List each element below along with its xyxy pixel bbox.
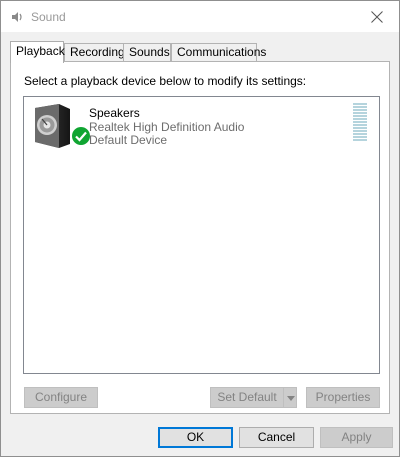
volume-level-meter bbox=[353, 103, 369, 143]
tab-recording[interactable]: Recording bbox=[64, 43, 125, 61]
list-item-speakers[interactable]: Speakers Realtek High Definition Audio D… bbox=[24, 97, 379, 157]
properties-button[interactable]: Properties bbox=[306, 387, 380, 408]
device-list[interactable]: Speakers Realtek High Definition Audio D… bbox=[23, 96, 380, 374]
panel-instruction: Select a playback device below to modify… bbox=[24, 74, 307, 88]
device-name: Speakers bbox=[89, 106, 140, 120]
cancel-button[interactable]: Cancel bbox=[239, 427, 314, 448]
set-default-dropdown-arrow[interactable] bbox=[283, 387, 297, 408]
tab-playback[interactable]: Playback bbox=[10, 41, 65, 63]
device-status: Default Device bbox=[89, 133, 168, 147]
device-driver: Realtek High Definition Audio bbox=[89, 120, 245, 134]
tab-sounds[interactable]: Sounds bbox=[123, 43, 171, 61]
configure-button[interactable]: Configure bbox=[24, 387, 98, 408]
window-title: Sound bbox=[31, 10, 66, 24]
title-bar[interactable]: Sound bbox=[1, 1, 399, 32]
apply-button[interactable]: Apply bbox=[320, 427, 393, 448]
sound-app-icon bbox=[12, 12, 22, 22]
playback-panel: Select a playback device below to modify… bbox=[10, 61, 390, 414]
ok-button[interactable]: OK bbox=[158, 427, 233, 448]
close-button[interactable] bbox=[355, 1, 399, 32]
check-badge-icon bbox=[71, 126, 91, 146]
close-icon bbox=[371, 11, 383, 23]
sound-dialog: Sound Playback Recording Sounds Communic… bbox=[0, 0, 400, 457]
set-default-button[interactable]: Set Default bbox=[210, 387, 284, 408]
tab-communications[interactable]: Communications bbox=[171, 43, 266, 61]
